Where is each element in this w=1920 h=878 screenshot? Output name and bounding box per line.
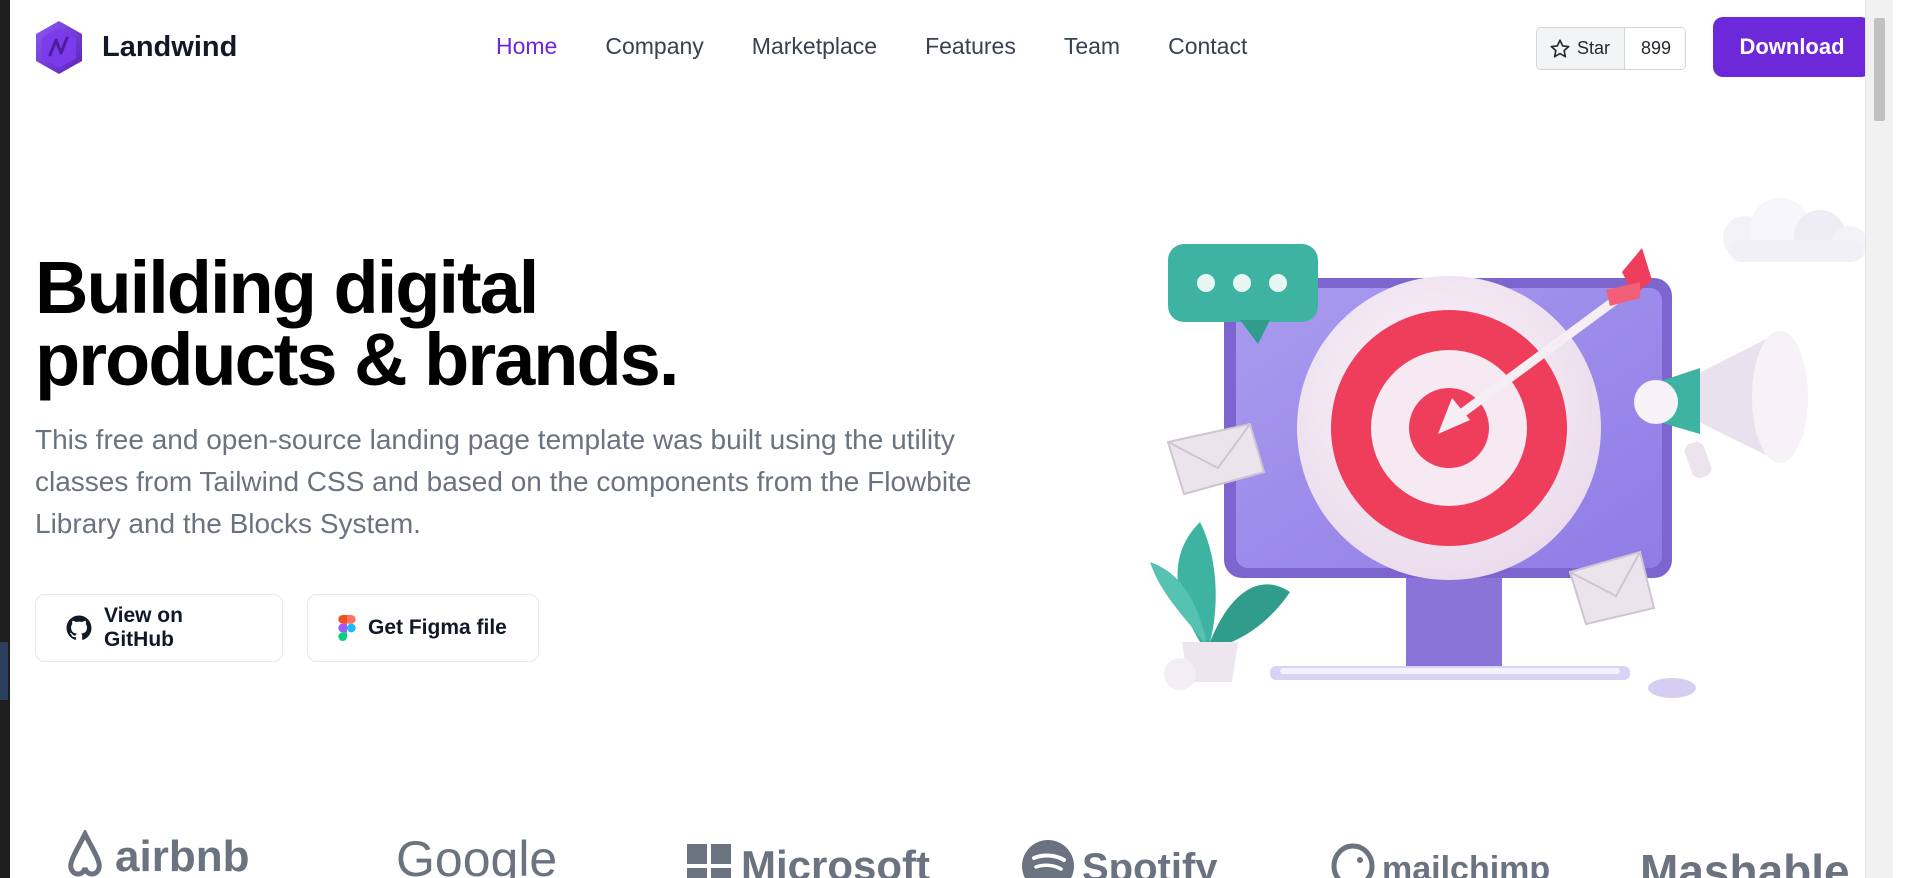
landing-page: Landwind Home Company Marketplace Featur… [10,0,1893,878]
main-menu: Home Company Marketplace Features Team C… [496,33,1295,60]
hero-title-line-1: Building digital [35,246,539,329]
nav-features[interactable]: Features [925,33,1016,60]
nav-contact[interactable]: Contact [1168,33,1247,60]
logo-microsoft-text: Microsoft [741,842,930,878]
brand-name: Landwind [102,31,238,63]
figma-button-label: Get Figma file [368,616,507,639]
brand[interactable]: Landwind [34,20,237,75]
cloud-icon [1723,198,1868,262]
view-on-github-button[interactable]: View on GitHub [35,594,283,662]
landwind-logo-icon [36,21,82,74]
window-left-edge [0,0,10,878]
nav-marketplace[interactable]: Marketplace [752,33,877,60]
github-icon [66,615,92,641]
logo-airbnb: airbnb [63,830,249,878]
navbar: Landwind Home Company Marketplace Featur… [10,0,1893,97]
target-monitor-illustration [1150,198,1868,698]
nav-company[interactable]: Company [605,33,703,60]
airbnb-icon [68,830,102,877]
logo-spotify: Spotify [1022,830,1218,878]
download-button[interactable]: Download [1713,17,1871,77]
star-icon [1550,38,1570,58]
logo-airbnb-text: airbnb [115,832,250,878]
github-star-count[interactable]: 899 [1625,28,1686,69]
hero-title-line-2: products & brands. [35,318,679,401]
logo-mailchimp: mailchimp [1330,830,1550,878]
vertical-scrollbar[interactable] [1865,0,1893,878]
nav-team[interactable]: Team [1064,33,1120,60]
partner-logos: airbnb Google Microsoft Spotify mailchim… [10,830,1893,878]
figma-icon [338,615,356,641]
logo-microsoft: Microsoft [687,830,930,878]
github-star-widget: Star 899 [1536,27,1687,70]
github-button-label: View on GitHub [104,604,183,651]
microsoft-icon [687,844,731,878]
logo-google: Google [396,831,558,878]
window-left-edge-marker [0,642,8,700]
github-star-label: Star [1577,38,1611,58]
hero-description: This free and open-source landing page t… [35,424,972,539]
nav-home[interactable]: Home [496,33,557,60]
get-figma-file-button[interactable]: Get Figma file [307,594,539,662]
logo-spotify-text: Spotify [1082,846,1218,878]
hero-title: Building digital products & brands. [35,251,855,397]
github-star-button[interactable]: Star [1537,28,1626,69]
spotify-icon [1022,840,1074,878]
logo-mailchimp-text: mailchimp [1382,850,1551,878]
scrollbar-thumb[interactable] [1874,18,1885,121]
mailchimp-icon [1331,843,1375,878]
logo-mashable: Mashable [1640,845,1850,878]
